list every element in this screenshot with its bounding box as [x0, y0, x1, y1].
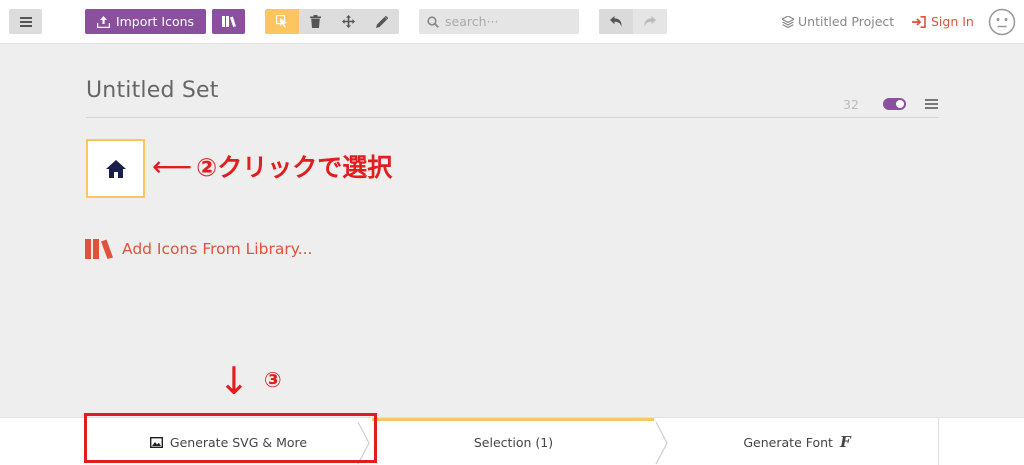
layers-icon: [782, 15, 794, 28]
undo-icon: [610, 16, 622, 27]
move-tool-button[interactable]: [332, 9, 366, 34]
undo-button[interactable]: [599, 9, 633, 34]
icon-cell-home[interactable]: [86, 139, 145, 198]
sign-in-icon: [912, 15, 926, 28]
generate-font-button[interactable]: Generate Font F: [656, 418, 938, 465]
annotation-highlight-box: [84, 413, 377, 463]
bottom-bar-edge: [938, 418, 939, 465]
user-avatar-icon[interactable]: [988, 8, 1016, 36]
redo-button[interactable]: [633, 9, 667, 34]
edit-tools-group: [265, 9, 399, 34]
project-name: Untitled Project: [798, 14, 895, 29]
search-input[interactable]: [445, 14, 565, 29]
icon-count: 32: [843, 97, 859, 112]
add-icons-from-library-label: Add Icons From Library...: [122, 240, 313, 258]
import-icons-button[interactable]: Import Icons: [85, 9, 206, 34]
set-visibility-toggle[interactable]: [883, 98, 906, 110]
annotation-step-3-number: ③: [263, 368, 282, 392]
font-icon: F: [839, 433, 851, 451]
history-group: [599, 9, 667, 34]
annotation-arrow-down: ↓: [218, 359, 250, 403]
home-icon: [105, 159, 126, 178]
select-tool-button[interactable]: [265, 9, 299, 34]
generate-font-label: Generate Font: [743, 434, 833, 450]
project-selector[interactable]: Untitled Project: [782, 14, 894, 29]
delete-tool-button[interactable]: [299, 9, 333, 34]
import-icons-label: Import Icons: [115, 14, 195, 29]
selection-label: Selection (1): [473, 434, 554, 450]
annotation-step-3: ↓ ③: [218, 362, 282, 400]
icon-library-button[interactable]: [212, 9, 245, 34]
selection-tab[interactable]: Selection (1): [372, 418, 655, 465]
annotation-arrow-left: ⟵: [152, 149, 193, 183]
set-divider: [86, 117, 939, 118]
add-icons-from-library-link[interactable]: Add Icons From Library...: [85, 239, 312, 259]
move-arrows-icon: [342, 15, 356, 28]
pencil-icon: [376, 15, 389, 28]
annotation-step-2: ⟵ ②クリックで選択: [152, 148, 392, 184]
annotation-step-2-text: ②クリックで選択: [196, 153, 393, 182]
search-box[interactable]: [419, 9, 579, 34]
main-menu-button[interactable]: [9, 9, 42, 34]
sign-in-label: Sign In: [931, 14, 974, 29]
set-menu-icon[interactable]: [925, 98, 938, 110]
sign-in-link[interactable]: Sign In: [912, 14, 974, 29]
edit-tool-button[interactable]: [366, 9, 400, 34]
top-toolbar: Import Icons Untitled Project: [0, 0, 1024, 44]
select-cursor-icon: [275, 15, 287, 28]
search-icon: [427, 15, 439, 28]
upload-icon: [96, 15, 110, 28]
redo-icon: [644, 16, 656, 27]
library-books-icon: [221, 16, 236, 27]
hamburger-icon: [19, 16, 32, 27]
trash-icon: [309, 15, 321, 28]
library-books-icon: [85, 239, 113, 259]
set-title[interactable]: Untitled Set: [86, 78, 219, 103]
